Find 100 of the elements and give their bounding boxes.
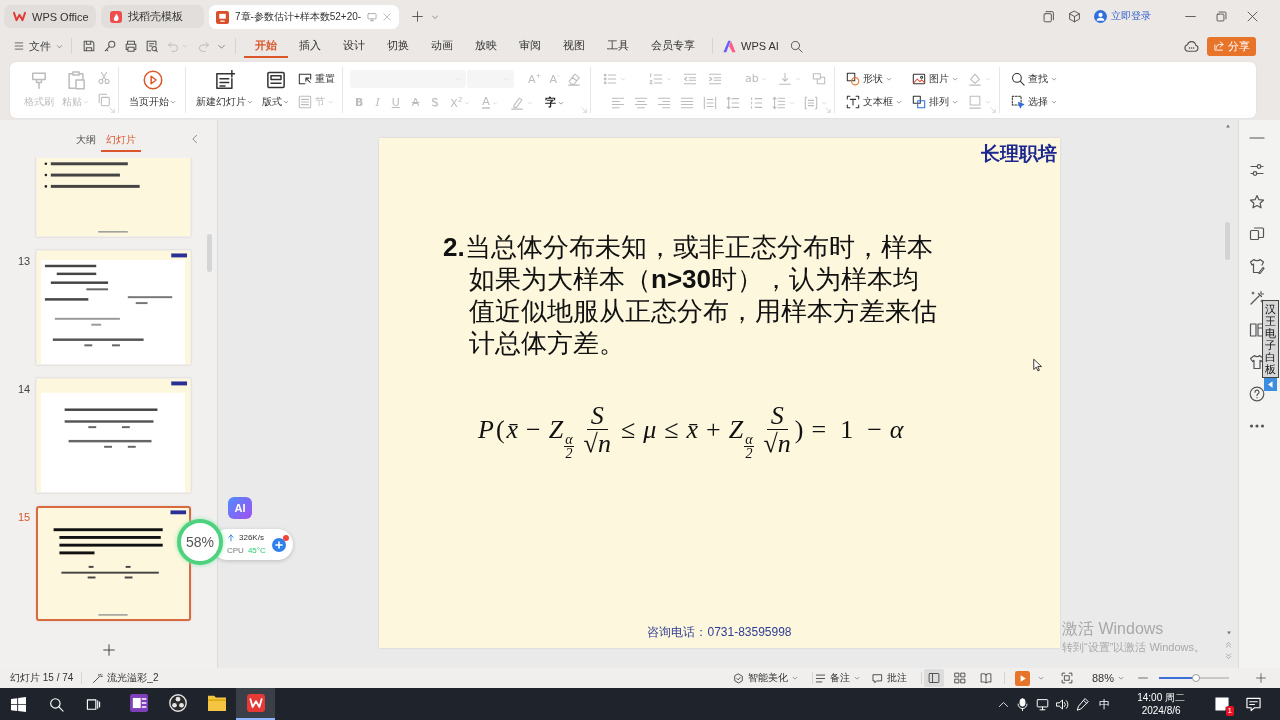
ai-button[interactable]: WPS AI: [723, 39, 779, 53]
save-icon[interactable]: [81, 39, 96, 53]
task-view-icon[interactable]: [86, 696, 101, 712]
ribbon-tab[interactable]: 插入: [288, 34, 332, 58]
slide-number: 14: [18, 383, 31, 395]
pen-icon[interactable]: [1076, 697, 1090, 711]
slide-number: 13: [18, 255, 31, 267]
add-slide-icon[interactable]: [102, 644, 115, 656]
shirt-pen-icon[interactable]: [1249, 258, 1265, 274]
ribbon-tab[interactable]: 切换: [376, 34, 420, 58]
scroll-up-arrow-icon[interactable]: [1225, 123, 1231, 129]
ribbon-tab[interactable]: 审阅: [508, 34, 552, 58]
slide-number: 15: [18, 511, 31, 523]
restore-icon[interactable]: [1216, 10, 1227, 22]
panel-tab[interactable]: 大纲: [71, 130, 101, 152]
clock-button[interactable]: 14:00 周二 2024/8/6: [1137, 691, 1185, 717]
slider-thumb[interactable]: [1192, 674, 1201, 682]
reset-button[interactable]: 重置: [298, 71, 335, 86]
copy-icon[interactable]: [1249, 226, 1265, 242]
close-icon[interactable]: [1247, 10, 1258, 22]
new-slide-button[interactable]: 新建幻灯片: [196, 70, 253, 109]
book-icon: [979, 672, 992, 684]
monitor-icon[interactable]: [367, 12, 378, 22]
undo-icon: [167, 39, 180, 53]
ai-button[interactable]: AI: [228, 497, 252, 519]
play-icon: [1014, 670, 1030, 686]
search-icon[interactable]: [49, 696, 64, 712]
view-button[interactable]: [923, 669, 944, 687]
app-icon: [110, 10, 122, 23]
sliders-icon[interactable]: [1249, 162, 1265, 178]
comments-button[interactable]: 批注: [871, 671, 907, 685]
ribbon-tab[interactable]: 放映: [464, 34, 508, 58]
file-menu-button[interactable]: 文件: [14, 38, 63, 54]
play-from-current-button[interactable]: 当页开始: [129, 70, 176, 109]
taskbar-app-button[interactable]: [236, 688, 275, 720]
slide-footer: 咨询电话：0731-83595998: [647, 624, 792, 640]
print-preview-icon[interactable]: [144, 39, 159, 53]
upload-arrow-icon: [227, 534, 235, 542]
arrow-left-icon[interactable]: [1262, 378, 1279, 391]
window-tab[interactable]: 找稻壳模板: [101, 5, 204, 28]
clock-date: 2024/8/6: [1141, 704, 1181, 717]
ribbon-tab[interactable]: 视图: [552, 34, 596, 58]
message-icon[interactable]: [1246, 696, 1261, 712]
computer-icon[interactable]: [1036, 697, 1050, 711]
print-icon[interactable]: [123, 39, 138, 53]
help-icon[interactable]: [1249, 386, 1265, 402]
select-button[interactable]: 选择: [1011, 94, 1057, 109]
normal-view-icon: [927, 672, 940, 684]
ribbon-tab[interactable]: 设计: [332, 34, 376, 58]
magic-wand-icon: [92, 672, 104, 684]
fit-to-window-icon[interactable]: [1060, 672, 1073, 684]
notification-icon[interactable]: [1215, 697, 1229, 711]
window-list-icon[interactable]: [1042, 9, 1055, 23]
layout-button[interactable]: 版式: [262, 70, 289, 109]
cube-icon[interactable]: [1068, 9, 1081, 23]
character-spacing-button[interactable]: 字: [544, 95, 564, 110]
panels-icon[interactable]: [1249, 322, 1265, 338]
ribbon-tab[interactable]: 会员专享: [640, 34, 706, 58]
window-tab[interactable]: WPS Office: [4, 5, 96, 28]
window-tab[interactable]: 7章-参数估计+样本数52+20-: [209, 5, 400, 29]
speaker-icon[interactable]: [1056, 697, 1070, 711]
zoom-dropdown[interactable]: 88%: [1091, 672, 1124, 684]
caret-icon: [1118, 675, 1124, 681]
microphone-icon[interactable]: [1016, 697, 1030, 711]
mouse-pointer-icon: [1033, 356, 1045, 374]
find-button[interactable]: 查找: [1011, 71, 1057, 86]
slideshow-button[interactable]: [1014, 670, 1044, 686]
magic-wand-icon[interactable]: [1249, 290, 1265, 306]
ribbon-tab[interactable]: 动画: [420, 34, 464, 58]
shape-button[interactable]: 形状: [846, 71, 902, 86]
activation-title: 激活 Windows: [1062, 619, 1165, 638]
zoom-in-icon[interactable]: [1256, 673, 1266, 683]
beautify-button[interactable]: 智能美化: [732, 671, 798, 685]
whiteboard-tab[interactable]: 汉王电子白板: [1262, 300, 1279, 378]
three-circles-app-icon: [168, 694, 187, 712]
ribbon-tab[interactable]: 工具: [596, 34, 640, 58]
picture-button[interactable]: 图片: [912, 71, 958, 86]
cloud-icon[interactable]: [1184, 38, 1199, 54]
key-icon[interactable]: [102, 39, 117, 53]
slide-paragraph: 2.当总体分布未知，或非正态分布时，样本如果为大样本（n>30时），认为样本均值近似地服从正态分布，用样本方差来估计总体方差。: [443, 231, 938, 359]
login-button[interactable]: 立即登录: [1094, 9, 1151, 23]
scroll-down-arrow-icon[interactable]: [1225, 630, 1232, 636]
input-method-indicator[interactable]: 中: [1099, 696, 1111, 712]
theme-button[interactable]: 流光溢彩_2: [92, 671, 159, 685]
notebook-app-icon: [129, 694, 148, 712]
panel-tab[interactable]: 幻灯片: [101, 130, 141, 152]
collapse-icon[interactable]: [190, 134, 200, 144]
arrange-button[interactable]: 排列: [912, 94, 958, 109]
plus-icon[interactable]: [271, 537, 286, 552]
notes-button[interactable]: 备注: [814, 671, 860, 685]
text-box-button[interactable]: 文本框: [846, 94, 902, 109]
shirt-icon[interactable]: [1249, 354, 1265, 370]
star-icon[interactable]: [1249, 194, 1265, 210]
section-icon: [298, 94, 312, 109]
start-icon[interactable]: [11, 696, 26, 712]
scrollbar-thumb[interactable]: [207, 234, 212, 272]
slide-logo: 长理职培: [981, 143, 1057, 165]
new-tab-icon[interactable]: [412, 11, 424, 22]
caret-icon: [1037, 675, 1044, 681]
cpu-label: CPU: [227, 546, 244, 556]
